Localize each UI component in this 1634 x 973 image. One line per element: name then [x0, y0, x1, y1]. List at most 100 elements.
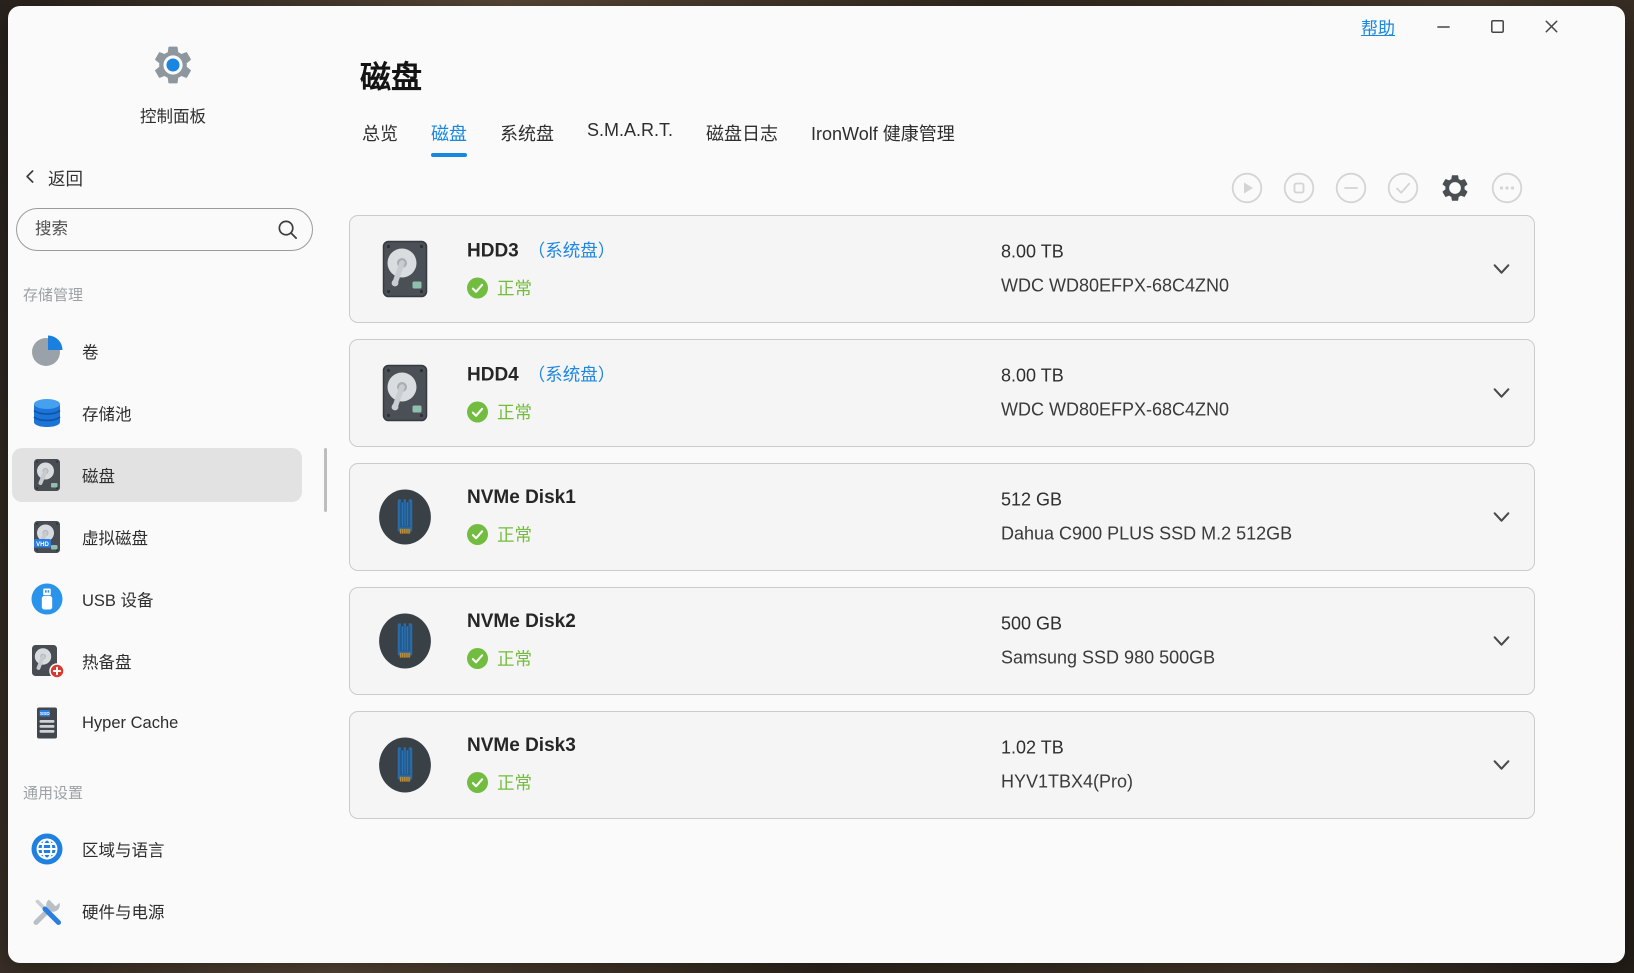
chevron-down-icon[interactable] [1491, 507, 1512, 528]
disk-model: WDC WD80EFPX-68C4ZN0 [1001, 275, 1230, 296]
main-panel: 磁盘 总览 磁盘 系统盘 S.M.A.R.T. 磁盘日志 IronWolf 健康… [338, 6, 1625, 963]
tab-5[interactable]: IronWolf 健康管理 [811, 120, 955, 159]
status-check-icon [467, 401, 488, 423]
tab-4[interactable]: 磁盘日志 [706, 120, 778, 159]
app-header: 控制面板 [8, 42, 338, 127]
sidebar-item-storage-pool[interactable]: 存储池 [12, 386, 302, 440]
disk-name: NVMe Disk2 [467, 611, 576, 632]
sidebar-item-label: 区域与语言 [82, 842, 165, 860]
sidebar-item-hyper-cache[interactable]: SSD Hyper Cache [12, 696, 302, 750]
sidebar-item-label: 磁盘 [82, 468, 115, 486]
chevron-down-icon[interactable] [1491, 383, 1512, 404]
play-circle-icon[interactable] [1231, 172, 1263, 204]
more-circle-icon[interactable] [1491, 172, 1523, 204]
sidebar-section: 通用设置 区域与语言 硬件与电源 [8, 782, 338, 938]
sidebar-section-title: 通用设置 [23, 785, 84, 802]
sidebar: 控制面板 返回 存储管理 卷 存储池 磁盘 VHD 虚拟磁盘 USB 设备 热备 [8, 6, 338, 963]
disk-capacity: 500 GB [1001, 613, 1063, 634]
sidebar-item-hot-spare[interactable]: 热备盘 [12, 634, 302, 688]
gear-icon [150, 42, 196, 88]
search-input[interactable] [16, 208, 313, 251]
disk-row[interactable]: HDD3 （系统盘） 正常 8.00 TB WDC WD80EFPX-68C4Z… [349, 215, 1535, 323]
svg-text:SSD: SSD [40, 711, 50, 717]
disk-model: Dahua C900 PLUS SSD M.2 512GB [1001, 523, 1293, 544]
sidebar-item-label: 虚拟磁盘 [82, 530, 148, 548]
disk-row[interactable]: NVMe Disk3 正常 1.02 TB HYV1TBX4(Pro) [349, 711, 1535, 819]
disk-status: 正常 [497, 773, 532, 793]
window-controls: 帮助 [1361, 12, 1567, 40]
app-window: 帮助 控制面板 返回 存储管理 卷 存储池 磁盘 VHD 虚拟磁 [8, 6, 1625, 963]
sidebar-scrollbar[interactable] [324, 448, 327, 512]
sidebar-item-usb[interactable]: USB 设备 [12, 572, 302, 626]
tab-0[interactable]: 总览 [362, 120, 398, 159]
check-circle-icon[interactable] [1387, 172, 1419, 204]
disk-status: 正常 [497, 278, 532, 299]
minus-circle-icon[interactable] [1335, 172, 1367, 204]
globe-icon [29, 831, 65, 867]
sidebar-item-label: 热备盘 [82, 654, 132, 672]
search-box [16, 208, 313, 251]
help-link[interactable]: 帮助 [1361, 14, 1395, 39]
disk-row[interactable]: HDD4 （系统盘） 正常 8.00 TB WDC WD80EFPX-68C4Z… [349, 339, 1535, 447]
stop-circle-icon[interactable] [1283, 172, 1315, 204]
disk-icon [29, 457, 65, 493]
sidebar-item-label: 硬件与电源 [82, 904, 165, 922]
sidebar-item-volume-pie[interactable]: 卷 [12, 324, 302, 378]
chevron-down-icon[interactable] [1491, 259, 1512, 280]
nvme-drive-icon [376, 736, 434, 794]
disk-capacity: 1.02 TB [1001, 737, 1064, 758]
sidebar-item-label: 存储池 [82, 406, 132, 424]
sidebar-item-hardware-power[interactable]: 硬件与电源 [12, 884, 302, 938]
tab-bar: 总览 磁盘 系统盘 S.M.A.R.T. 磁盘日志 IronWolf 健康管理 [362, 120, 955, 159]
disk-row[interactable]: NVMe Disk1 正常 512 GB Dahua C900 PLUS SSD… [349, 463, 1535, 571]
hdd-drive-icon [376, 364, 434, 422]
virtual-disk-icon: VHD [29, 519, 65, 555]
disk-capacity: 512 GB [1001, 489, 1063, 510]
sidebar-item-disk[interactable]: 磁盘 [12, 448, 302, 502]
nvme-drive-icon [376, 612, 434, 670]
chevron-down-icon[interactable] [1491, 631, 1512, 652]
settings-gear-icon[interactable] [1439, 172, 1471, 204]
minimize-icon[interactable] [1427, 12, 1459, 40]
maximize-icon[interactable] [1481, 12, 1513, 40]
back-label: 返回 [48, 169, 83, 189]
disk-list: HDD3 （系统盘） 正常 8.00 TB WDC WD80EFPX-68C4Z… [349, 215, 1535, 835]
disk-system-tag[interactable]: （系统盘） [528, 238, 616, 263]
tab-1[interactable]: 磁盘 [431, 120, 467, 159]
tab-2[interactable]: 系统盘 [500, 120, 554, 159]
nvme-drive-icon [376, 488, 434, 546]
hardware-power-icon [29, 893, 65, 929]
sidebar-item-label: Hyper Cache [82, 713, 179, 732]
status-check-icon [467, 772, 488, 793]
hdd-drive-icon [376, 240, 434, 298]
sidebar-section-title: 存储管理 [23, 287, 84, 304]
search-icon[interactable] [276, 218, 299, 241]
disk-status: 正常 [497, 525, 532, 545]
tab-3[interactable]: S.M.A.R.T. [587, 120, 673, 159]
disk-row[interactable]: NVMe Disk2 正常 500 GB Samsung SSD 980 500… [349, 587, 1535, 695]
status-check-icon [467, 277, 488, 299]
toolbar [1231, 172, 1523, 204]
sidebar-item-virtual-disk[interactable]: VHD 虚拟磁盘 [12, 510, 302, 564]
sidebar-item-label: USB 设备 [82, 592, 154, 610]
sidebar-section: 存储管理 卷 存储池 磁盘 VHD 虚拟磁盘 USB 设备 热备盘 SSD Hy… [8, 284, 338, 750]
chevron-left-icon [22, 168, 39, 190]
disk-system-tag[interactable]: （系统盘） [528, 362, 616, 387]
sidebar-sections: 存储管理 卷 存储池 磁盘 VHD 虚拟磁盘 USB 设备 热备盘 SSD Hy… [8, 253, 338, 946]
disk-name: HDD4 [467, 364, 519, 386]
disk-model: HYV1TBX4(Pro) [1001, 771, 1134, 792]
disk-model: WDC WD80EFPX-68C4ZN0 [1001, 399, 1230, 420]
disk-capacity: 8.00 TB [1001, 241, 1064, 262]
usb-icon [29, 581, 65, 617]
svg-text:VHD: VHD [36, 542, 49, 548]
sidebar-item-globe[interactable]: 区域与语言 [12, 822, 302, 876]
chevron-down-icon[interactable] [1491, 755, 1512, 776]
hot-spare-icon [29, 643, 65, 679]
disk-name: HDD3 [467, 240, 519, 262]
disk-model: Samsung SSD 980 500GB [1001, 647, 1216, 668]
close-icon[interactable] [1535, 12, 1567, 40]
disk-name: NVMe Disk1 [467, 487, 576, 508]
back-button[interactable]: 返回 [22, 166, 83, 191]
storage-pool-icon [29, 395, 65, 431]
status-check-icon [467, 648, 488, 669]
